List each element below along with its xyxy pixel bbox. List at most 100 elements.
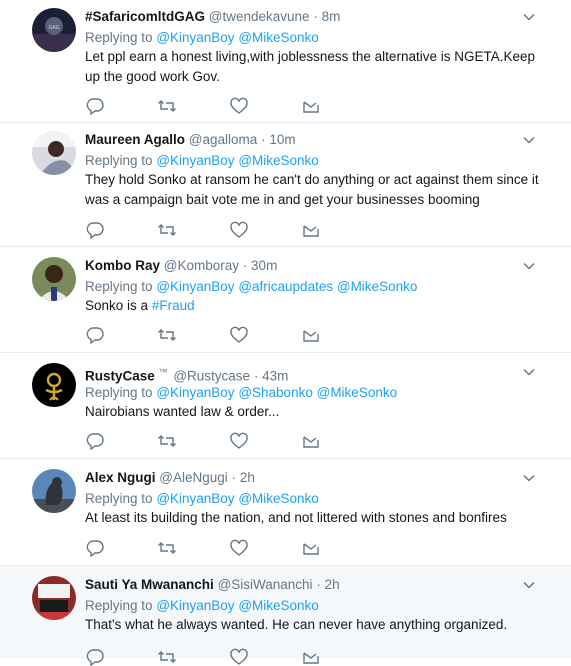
trademark-symbol: ™ — [158, 367, 168, 377]
mention-link[interactable]: @KinyanBoy — [156, 153, 234, 168]
retweet-icon[interactable] — [157, 539, 177, 557]
mention-link[interactable]: @MikeSonko — [238, 153, 319, 168]
mention-link[interactable]: @MikeSonko — [317, 385, 398, 400]
display-name[interactable]: RustyCase — [85, 369, 155, 384]
replying-to: Replying to @KinyanBoy @Shabonko @MikeSo… — [85, 385, 551, 400]
mention-link[interactable]: @MikeSonko — [238, 598, 319, 613]
display-name[interactable]: Alex Ngugi — [85, 470, 156, 485]
timestamp[interactable]: 30m — [251, 258, 277, 273]
tweet-feed: GAG #SafaricomltdGAG @twendekavune · 8m … — [0, 0, 571, 666]
mention-link[interactable]: @KinyanBoy — [156, 385, 234, 400]
chevron-down-icon[interactable] — [523, 368, 535, 376]
mention-link[interactable]: @MikeSonko — [337, 279, 418, 294]
replying-label: Replying to — [85, 30, 153, 45]
retweet-icon[interactable] — [157, 326, 177, 344]
reply-icon[interactable] — [85, 221, 105, 239]
tweet[interactable]: Alex Ngugi @AleNgugi · 2h Replying to @K… — [0, 459, 571, 566]
replying-label: Replying to — [85, 491, 153, 506]
separator-dot: · — [253, 368, 259, 384]
mention-link[interactable]: @KinyanBoy — [156, 30, 234, 45]
reply-icon[interactable] — [85, 326, 105, 344]
display-name[interactable]: #SafaricomltdGAG — [85, 9, 205, 24]
chevron-down-icon[interactable] — [523, 474, 535, 482]
avatar[interactable]: GAG — [32, 8, 76, 52]
chevron-down-icon[interactable] — [523, 262, 535, 270]
tweet[interactable]: Sauti Ya Mwananchi @SisiWananchi · 2h Re… — [0, 566, 571, 666]
envelope-icon[interactable] — [301, 326, 321, 344]
tweet[interactable]: Maureen Agallo @agalloma · 10m Replying … — [0, 123, 571, 247]
tweet[interactable]: Kombo Ray @Komboray · 30m Replying to @K… — [0, 247, 571, 353]
tweet-text-prefix: Sonko is a — [85, 298, 149, 313]
user-handle[interactable]: @Rustycase — [173, 369, 250, 384]
replying-to: Replying to @KinyanBoy @MikeSonko — [85, 598, 551, 613]
separator-dot: · — [231, 470, 237, 485]
chevron-down-icon[interactable] — [523, 581, 535, 589]
tweet-text: Nairobians wanted law & order... — [85, 404, 280, 419]
timestamp[interactable]: 10m — [269, 132, 295, 147]
retweet-icon[interactable] — [157, 432, 177, 450]
mention-link[interactable]: @africaupdates — [238, 279, 333, 294]
heart-icon[interactable] — [229, 221, 249, 239]
avatar[interactable] — [32, 363, 76, 407]
reply-icon[interactable] — [85, 432, 105, 450]
mention-link[interactable]: @KinyanBoy — [156, 598, 234, 613]
replying-label: Replying to — [85, 385, 153, 400]
separator-dot: · — [313, 9, 318, 24]
heart-icon[interactable] — [229, 432, 249, 450]
timestamp[interactable]: 8m — [322, 9, 341, 24]
avatar[interactable] — [32, 576, 76, 620]
replying-label: Replying to — [85, 153, 153, 168]
replying-label: Replying to — [85, 598, 153, 613]
heart-icon[interactable] — [229, 539, 249, 557]
reply-icon[interactable] — [85, 539, 105, 557]
heart-icon[interactable] — [229, 326, 249, 344]
chevron-down-icon[interactable] — [523, 13, 535, 21]
mention-link[interactable]: @KinyanBoy — [156, 491, 234, 506]
replying-label: Replying to — [85, 279, 153, 294]
mention-link[interactable]: @KinyanBoy — [156, 279, 234, 294]
retweet-icon[interactable] — [157, 97, 177, 115]
hashtag-link[interactable]: #Fraud — [152, 298, 195, 313]
user-handle[interactable]: @SisiWananchi — [218, 577, 313, 592]
tweet-text: They hold Sonko at ransom he can't do an… — [85, 172, 539, 207]
display-name[interactable]: Maureen Agallo — [85, 132, 185, 147]
mention-link[interactable]: @MikeSonko — [238, 491, 319, 506]
tweet-text: Sonko is a #Fraud — [85, 296, 551, 316]
avatar[interactable] — [32, 257, 76, 301]
avatar[interactable] — [32, 131, 76, 175]
user-handle[interactable]: @Komboray — [164, 258, 239, 273]
timestamp[interactable]: 2h — [325, 577, 340, 592]
timestamp[interactable]: 43m — [262, 369, 288, 384]
reply-icon[interactable] — [85, 648, 105, 666]
display-name[interactable]: Kombo Ray — [85, 258, 160, 273]
replying-to: Replying to @KinyanBoy @africaupdates @M… — [85, 279, 551, 294]
tweet-text: At least its building the nation, and no… — [85, 510, 507, 525]
heart-icon[interactable] — [229, 648, 249, 666]
mention-link[interactable]: @MikeSonko — [238, 30, 319, 45]
tweet-text: That's what he always wanted. He can nev… — [85, 617, 508, 632]
envelope-icon[interactable] — [301, 648, 321, 666]
timestamp[interactable]: 2h — [240, 470, 255, 485]
retweet-icon[interactable] — [157, 648, 177, 666]
user-handle[interactable]: @AleNgugi — [159, 470, 228, 485]
replying-to: Replying to @KinyanBoy @MikeSonko — [85, 153, 551, 168]
avatar[interactable] — [32, 469, 76, 513]
heart-icon[interactable] — [229, 97, 249, 115]
envelope-icon[interactable] — [301, 432, 321, 450]
envelope-icon[interactable] — [301, 97, 321, 115]
envelope-icon[interactable] — [301, 221, 321, 239]
tweet[interactable]: GAG #SafaricomltdGAG @twendekavune · 8m … — [0, 0, 571, 123]
svg-text:GAG: GAG — [48, 25, 59, 31]
tweet[interactable]: RustyCase ™ @Rustycase · 43m Replying to… — [0, 353, 571, 459]
mention-link[interactable]: @Shabonko — [238, 385, 313, 400]
replying-to: Replying to @KinyanBoy @MikeSonko — [85, 491, 551, 506]
reply-icon[interactable] — [85, 97, 105, 115]
chevron-down-icon[interactable] — [523, 136, 535, 144]
envelope-icon[interactable] — [301, 539, 321, 557]
user-handle[interactable]: @twendekavune — [209, 9, 310, 24]
separator-dot: · — [242, 258, 248, 273]
display-name[interactable]: Sauti Ya Mwananchi — [85, 577, 214, 592]
separator-dot: · — [261, 132, 266, 147]
retweet-icon[interactable] — [157, 221, 177, 239]
user-handle[interactable]: @agalloma — [189, 132, 258, 147]
